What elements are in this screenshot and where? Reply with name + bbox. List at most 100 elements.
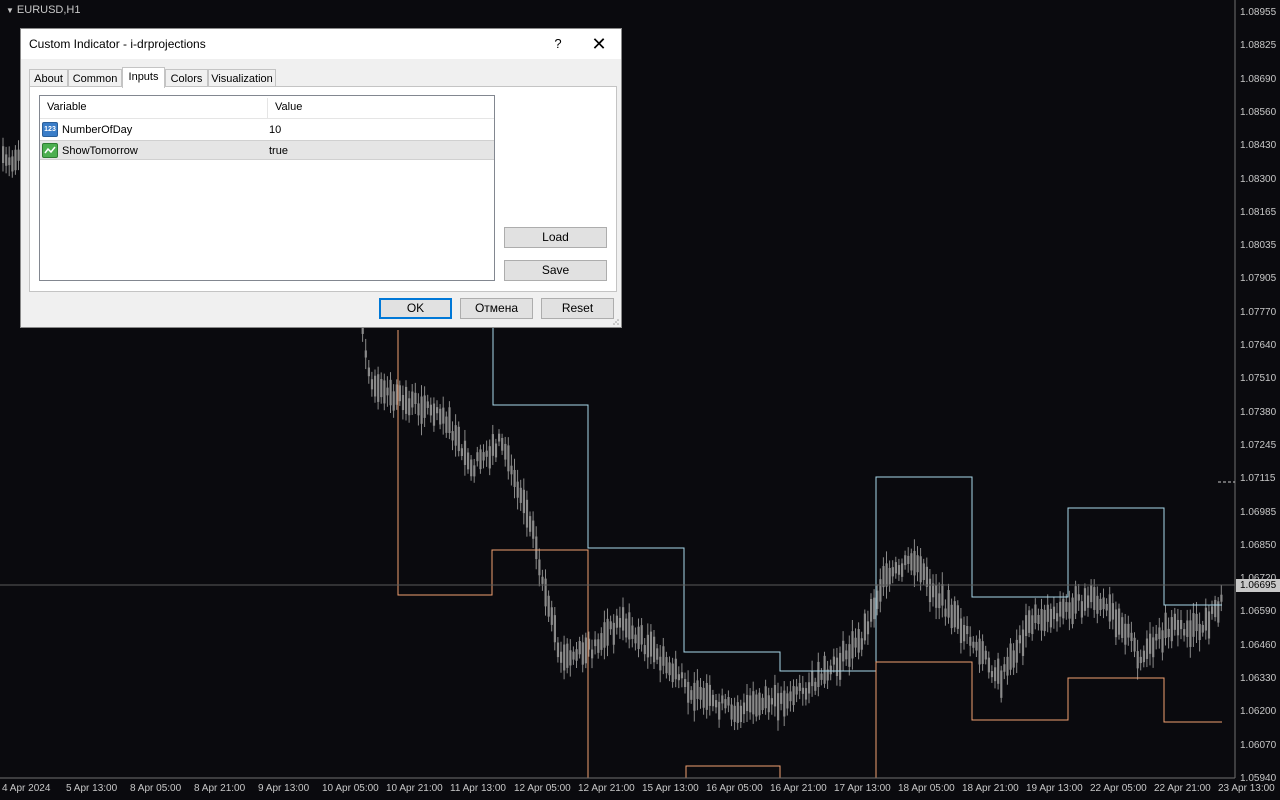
candle-body <box>448 407 451 434</box>
candle-body <box>932 583 935 598</box>
candle-body <box>1093 587 1096 610</box>
tab-common[interactable]: Common <box>68 69 122 87</box>
candle-body <box>498 433 501 442</box>
candle-body <box>659 656 662 671</box>
candle-body <box>752 691 755 715</box>
cancel-button[interactable]: Отмена <box>460 298 533 319</box>
candle-body <box>618 618 622 628</box>
time-axis-label: 19 Apr 13:00 <box>1026 783 1083 794</box>
candle-body <box>1167 628 1170 638</box>
candle-body <box>460 448 463 457</box>
close-button[interactable]: ✕ <box>587 33 611 55</box>
candle-body <box>879 579 882 602</box>
candle-body <box>463 440 467 465</box>
candle-body <box>1145 638 1149 659</box>
candle-body <box>990 671 994 678</box>
price-axis-label: 1.06985 <box>1240 506 1277 518</box>
candle-body <box>615 615 618 628</box>
candle-body <box>560 651 563 663</box>
dialog-titlebar[interactable]: Custom Indicator - i-drprojections ? ✕ <box>21 29 621 59</box>
candle-body <box>904 555 907 566</box>
ok-button[interactable]: OK <box>379 298 452 319</box>
candle-body <box>374 375 377 397</box>
price-axis-label: 1.07510 <box>1240 373 1277 385</box>
candle-body <box>1037 614 1040 625</box>
table-row[interactable]: 123 NumberOfDay 10 <box>40 120 494 140</box>
candle-body <box>665 657 668 674</box>
candle-body <box>839 652 842 680</box>
symbol-text: EURUSD,H1 <box>16 4 81 16</box>
candle-body <box>591 649 594 659</box>
candle-body <box>1034 604 1037 624</box>
candle-body <box>817 661 820 688</box>
time-axis-label: 22 Apr 05:00 <box>1090 783 1147 794</box>
price-axis-label: 1.08300 <box>1240 173 1277 185</box>
column-header-variable[interactable]: Variable <box>40 96 266 118</box>
tab-inputs[interactable]: Inputs <box>122 67 165 88</box>
candle-body <box>1111 603 1114 620</box>
candle-body <box>674 658 677 680</box>
candle-body <box>405 386 408 414</box>
column-header-value[interactable]: Value <box>268 96 494 118</box>
candle-body <box>1121 617 1124 638</box>
help-button[interactable]: ? <box>547 33 569 55</box>
candle-body <box>845 650 848 660</box>
candle-body <box>687 681 690 703</box>
candle-body <box>829 665 832 675</box>
candle-body <box>516 481 519 498</box>
price-axis-label: 1.08825 <box>1240 40 1277 52</box>
candle-body <box>746 694 749 712</box>
price-axis-label: 1.08690 <box>1240 73 1277 85</box>
table-row[interactable]: ShowTomorrow true <box>40 140 494 160</box>
candle-body <box>491 434 494 456</box>
candle-body <box>1102 597 1105 610</box>
candle-body <box>863 613 866 641</box>
time-axis-label: 10 Apr 21:00 <box>386 783 443 794</box>
candle-body <box>947 589 950 618</box>
candle-body <box>578 641 581 655</box>
price-axis-label: 1.07640 <box>1240 340 1277 351</box>
candle-body <box>1031 615 1034 635</box>
tab-about[interactable]: About <box>29 69 68 87</box>
candle-body <box>1077 594 1080 601</box>
candle-body <box>835 657 839 677</box>
load-button[interactable]: Load <box>504 227 607 248</box>
candle-body <box>959 618 963 644</box>
candle-body <box>671 663 674 683</box>
candle-body <box>1090 585 1093 603</box>
time-axis-label: 23 Apr 13:00 <box>1218 783 1275 794</box>
save-button[interactable]: Save <box>504 260 607 281</box>
candle-body <box>408 398 411 416</box>
candle-body <box>888 567 891 585</box>
candle-body <box>1043 609 1046 632</box>
candle-body <box>758 692 761 716</box>
candle-body <box>479 449 482 470</box>
candle-body <box>690 690 693 700</box>
candle-body <box>922 563 925 580</box>
candle-body <box>510 465 513 475</box>
price-axis-label: 1.07770 <box>1240 306 1277 318</box>
candle-body <box>1133 637 1136 652</box>
candle-body <box>981 641 984 664</box>
candle-body <box>1000 670 1003 698</box>
candle-body <box>761 697 764 711</box>
candle-body <box>1127 623 1130 638</box>
candle-body <box>442 407 445 424</box>
candle-body <box>600 633 603 650</box>
candle-body <box>730 704 733 720</box>
tab-visualization[interactable]: Visualization <box>208 69 276 87</box>
candle-body <box>870 598 873 622</box>
tab-colors[interactable]: Colors <box>165 69 208 87</box>
candle-body <box>436 407 439 414</box>
variable-value[interactable]: 10 <box>269 120 281 140</box>
candle-body <box>705 682 708 710</box>
candle-body <box>519 487 522 503</box>
candle-body <box>1015 639 1018 663</box>
resize-grip-icon[interactable] <box>612 318 620 326</box>
candle-body <box>718 701 721 720</box>
reset-button[interactable]: Reset <box>541 298 614 319</box>
variable-value[interactable]: true <box>269 141 288 161</box>
inputs-table[interactable]: Variable Value 123 NumberOfDay 10 ShowTo… <box>39 95 495 281</box>
candle-body <box>876 590 879 609</box>
candle-body <box>1021 629 1025 656</box>
